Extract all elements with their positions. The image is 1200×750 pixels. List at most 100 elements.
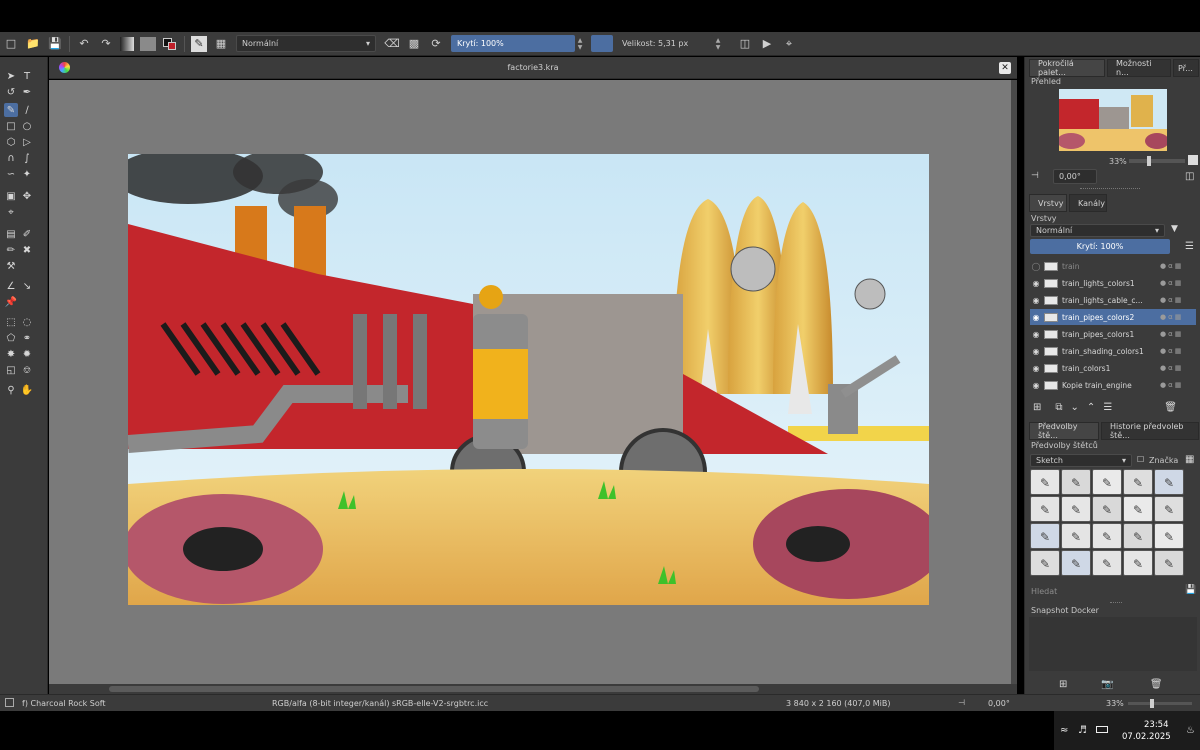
assistant-tool-icon[interactable]: ∠ <box>4 279 18 293</box>
layer-lock-icon[interactable]: ●α▦ <box>1160 262 1196 270</box>
visibility-eye-icon[interactable]: ◉ <box>1030 313 1042 322</box>
brush-preset-thumbnail[interactable]: ✎ <box>1030 550 1060 576</box>
visibility-eye-icon[interactable]: ◉ <box>1030 296 1042 305</box>
overview-thumbnail[interactable] <box>1059 89 1167 151</box>
rect-select-tool-icon[interactable]: ⬚ <box>4 315 18 329</box>
opacity-slider[interactable]: Krytí: 100% <box>451 35 575 52</box>
volume-icon[interactable]: ♬ <box>1078 725 1087 736</box>
layer-lock-icon[interactable]: ●α▦ <box>1160 381 1196 389</box>
mirror-horizontal-icon[interactable]: ◫ <box>737 36 753 52</box>
colorize-mask-tool-icon[interactable]: ✏ <box>4 243 18 257</box>
layer-properties-icon[interactable]: ☰ <box>1103 402 1112 413</box>
brush-preset-thumbnail[interactable]: ✎ <box>1030 523 1060 549</box>
smart-patch-tool-icon[interactable]: ✖ <box>20 243 34 257</box>
crop-tool-icon[interactable]: ⌖ <box>4 205 18 219</box>
visibility-eye-icon[interactable]: ◉ <box>1030 381 1042 390</box>
zoom-status-slider[interactable] <box>1128 699 1192 708</box>
brush-preset-thumbnail[interactable]: ✎ <box>1154 496 1184 522</box>
measure-tool-icon[interactable]: ↘ <box>20 279 34 293</box>
transform-tool-icon[interactable]: ▣ <box>4 189 18 203</box>
camera-icon[interactable]: 📷 <box>1101 679 1113 690</box>
rectangle-tool-icon[interactable]: □ <box>4 119 18 133</box>
layer-row[interactable]: ◉ train_lights_cable_c... ●α▦ <box>1030 292 1196 308</box>
size-spinner[interactable]: ▲ ▼ <box>713 35 723 52</box>
brush-preset-thumbnail[interactable]: ✎ <box>1092 523 1122 549</box>
layer-lock-icon[interactable]: ●α▦ <box>1160 330 1196 338</box>
layer-lock-icon[interactable]: ●α▦ <box>1160 279 1196 287</box>
tab-brush-presets[interactable]: Předvolby ště... <box>1029 422 1099 440</box>
brush-preset-thumbnail[interactable]: ✎ <box>1061 523 1091 549</box>
blend-mode-select[interactable]: Normální ▾ <box>236 35 376 52</box>
save-icon[interactable]: 💾 <box>47 36 63 52</box>
gradient-tool-icon[interactable]: ▤ <box>4 227 18 241</box>
redo-icon[interactable]: ↷ <box>98 36 114 52</box>
layer-lock-icon[interactable]: ●α▦ <box>1160 364 1196 372</box>
layer-menu-icon[interactable]: ☰ <box>1185 241 1194 252</box>
undo-icon[interactable]: ↶ <box>76 36 92 52</box>
bezier-tool-icon[interactable]: ∩ <box>4 151 18 165</box>
add-layer-icon[interactable]: ⊞ <box>1033 402 1041 413</box>
layer-row[interactable]: ◉ train_shading_colors1 ●α▦ <box>1030 343 1196 359</box>
brush-preset-thumbnail[interactable]: ✎ <box>1061 550 1091 576</box>
freehand-brush-tool-icon[interactable]: ✎ <box>4 103 18 117</box>
snapshot-list[interactable] <box>1029 617 1197 671</box>
layer-lock-icon[interactable]: ●α▦ <box>1160 313 1196 321</box>
mirror-view-icon[interactable]: ◫ <box>1185 171 1194 182</box>
layer-row[interactable]: ◉ train_pipes_colors1 ●α▦ <box>1030 326 1196 342</box>
alpha-lock-icon[interactable]: ▩ <box>406 36 422 52</box>
gradient-icon[interactable] <box>120 36 134 51</box>
filter-icon[interactable]: ▼ <box>1171 224 1178 234</box>
edit-shapes-tool-icon[interactable]: ↺ <box>4 85 18 99</box>
move-layer-down-icon[interactable]: ⌄ <box>1071 402 1079 413</box>
pan-tool-icon[interactable]: ✋ <box>20 383 34 397</box>
magnetic-select-tool-icon[interactable]: ⎊ <box>20 363 34 377</box>
preset-tag-label[interactable]: Značka <box>1149 456 1178 465</box>
brush-preset-thumbnail[interactable]: ✎ <box>1092 469 1122 495</box>
layer-row[interactable]: ◉ train_pipes_colors2 ●α▦ <box>1030 309 1196 325</box>
layer-row[interactable]: ◉ train_colors1 ●α▦ <box>1030 360 1196 376</box>
move-tool-icon[interactable]: ✥ <box>20 189 34 203</box>
canvas-area[interactable] <box>49 80 1011 684</box>
multibrush-tool-icon[interactable]: ✦ <box>20 167 34 181</box>
ellipse-select-tool-icon[interactable]: ◌ <box>20 315 34 329</box>
brush-preset-thumbnail[interactable]: ✎ <box>1154 469 1184 495</box>
delete-snapshot-icon[interactable]: 🗑 <box>1150 679 1163 690</box>
rotation-status-icon[interactable]: ⊣ <box>958 698 965 707</box>
zoom-tool-icon[interactable]: ⚲ <box>4 383 18 397</box>
brush-preset-thumbnail[interactable]: ✎ <box>1123 523 1153 549</box>
open-folder-icon[interactable]: 📁 <box>25 36 41 52</box>
similar-select-tool-icon[interactable]: ✹ <box>20 347 34 361</box>
duplicate-layer-icon[interactable]: ⧉ <box>1055 402 1062 413</box>
flow-slider[interactable] <box>591 35 613 52</box>
contiguous-select-tool-icon[interactable]: ✸ <box>4 347 18 361</box>
brush-settings-icon[interactable]: ▦ <box>213 36 229 52</box>
clock-time[interactable]: 23:54 <box>1144 720 1169 730</box>
vertical-scrollbar[interactable] <box>1011 80 1017 684</box>
rotation-status-value[interactable]: 0,00° <box>988 699 1010 708</box>
tab-advanced-palette[interactable]: Pokročilá palet... <box>1029 59 1105 77</box>
layer-lock-icon[interactable]: ●α▦ <box>1160 347 1196 355</box>
dynamic-brush-tool-icon[interactable]: ∽ <box>4 167 18 181</box>
visibility-eye-icon[interactable]: ◉ <box>1030 347 1042 356</box>
move-layer-up-icon[interactable]: ⌃ <box>1087 402 1095 413</box>
overview-zoom-slider[interactable] <box>1129 156 1185 166</box>
tab-brush-history[interactable]: Historie předvoleb ště... <box>1101 422 1199 440</box>
brush-preset-thumbnail[interactable]: ✎ <box>1123 496 1153 522</box>
zoom-status-value[interactable]: 33% <box>1106 699 1124 708</box>
brush-preset-thumbnail[interactable]: ✎ <box>1030 469 1060 495</box>
layer-row[interactable]: ◯ train ●α▦ <box>1030 258 1196 274</box>
ellipse-tool-icon[interactable]: ○ <box>20 119 34 133</box>
brush-preset-thumbnail[interactable]: ✎ <box>1061 469 1091 495</box>
visibility-eye-icon[interactable]: ◯ <box>1030 262 1042 271</box>
layer-row[interactable]: ◉ Kopie train_engine ●α▦ <box>1030 377 1196 393</box>
freehand-select-tool-icon[interactable]: ⚭ <box>20 331 34 345</box>
horizontal-scrollbar-thumb[interactable] <box>109 686 759 692</box>
delete-layer-icon[interactable]: 🗑 <box>1164 402 1177 413</box>
brush-preset-thumbnail[interactable]: ✎ <box>1092 550 1122 576</box>
color-swatch-icon[interactable] <box>162 37 178 51</box>
layer-row[interactable]: ◉ train_lights_colors1 ●α▦ <box>1030 275 1196 291</box>
clock-date[interactable]: 07.02.2025 <box>1122 732 1171 742</box>
brush-preset-thumbnail[interactable]: ✎ <box>1030 496 1060 522</box>
brush-preset-thumbnail[interactable]: ✎ <box>1123 469 1153 495</box>
tab-channels[interactable]: Kanály <box>1069 194 1107 212</box>
